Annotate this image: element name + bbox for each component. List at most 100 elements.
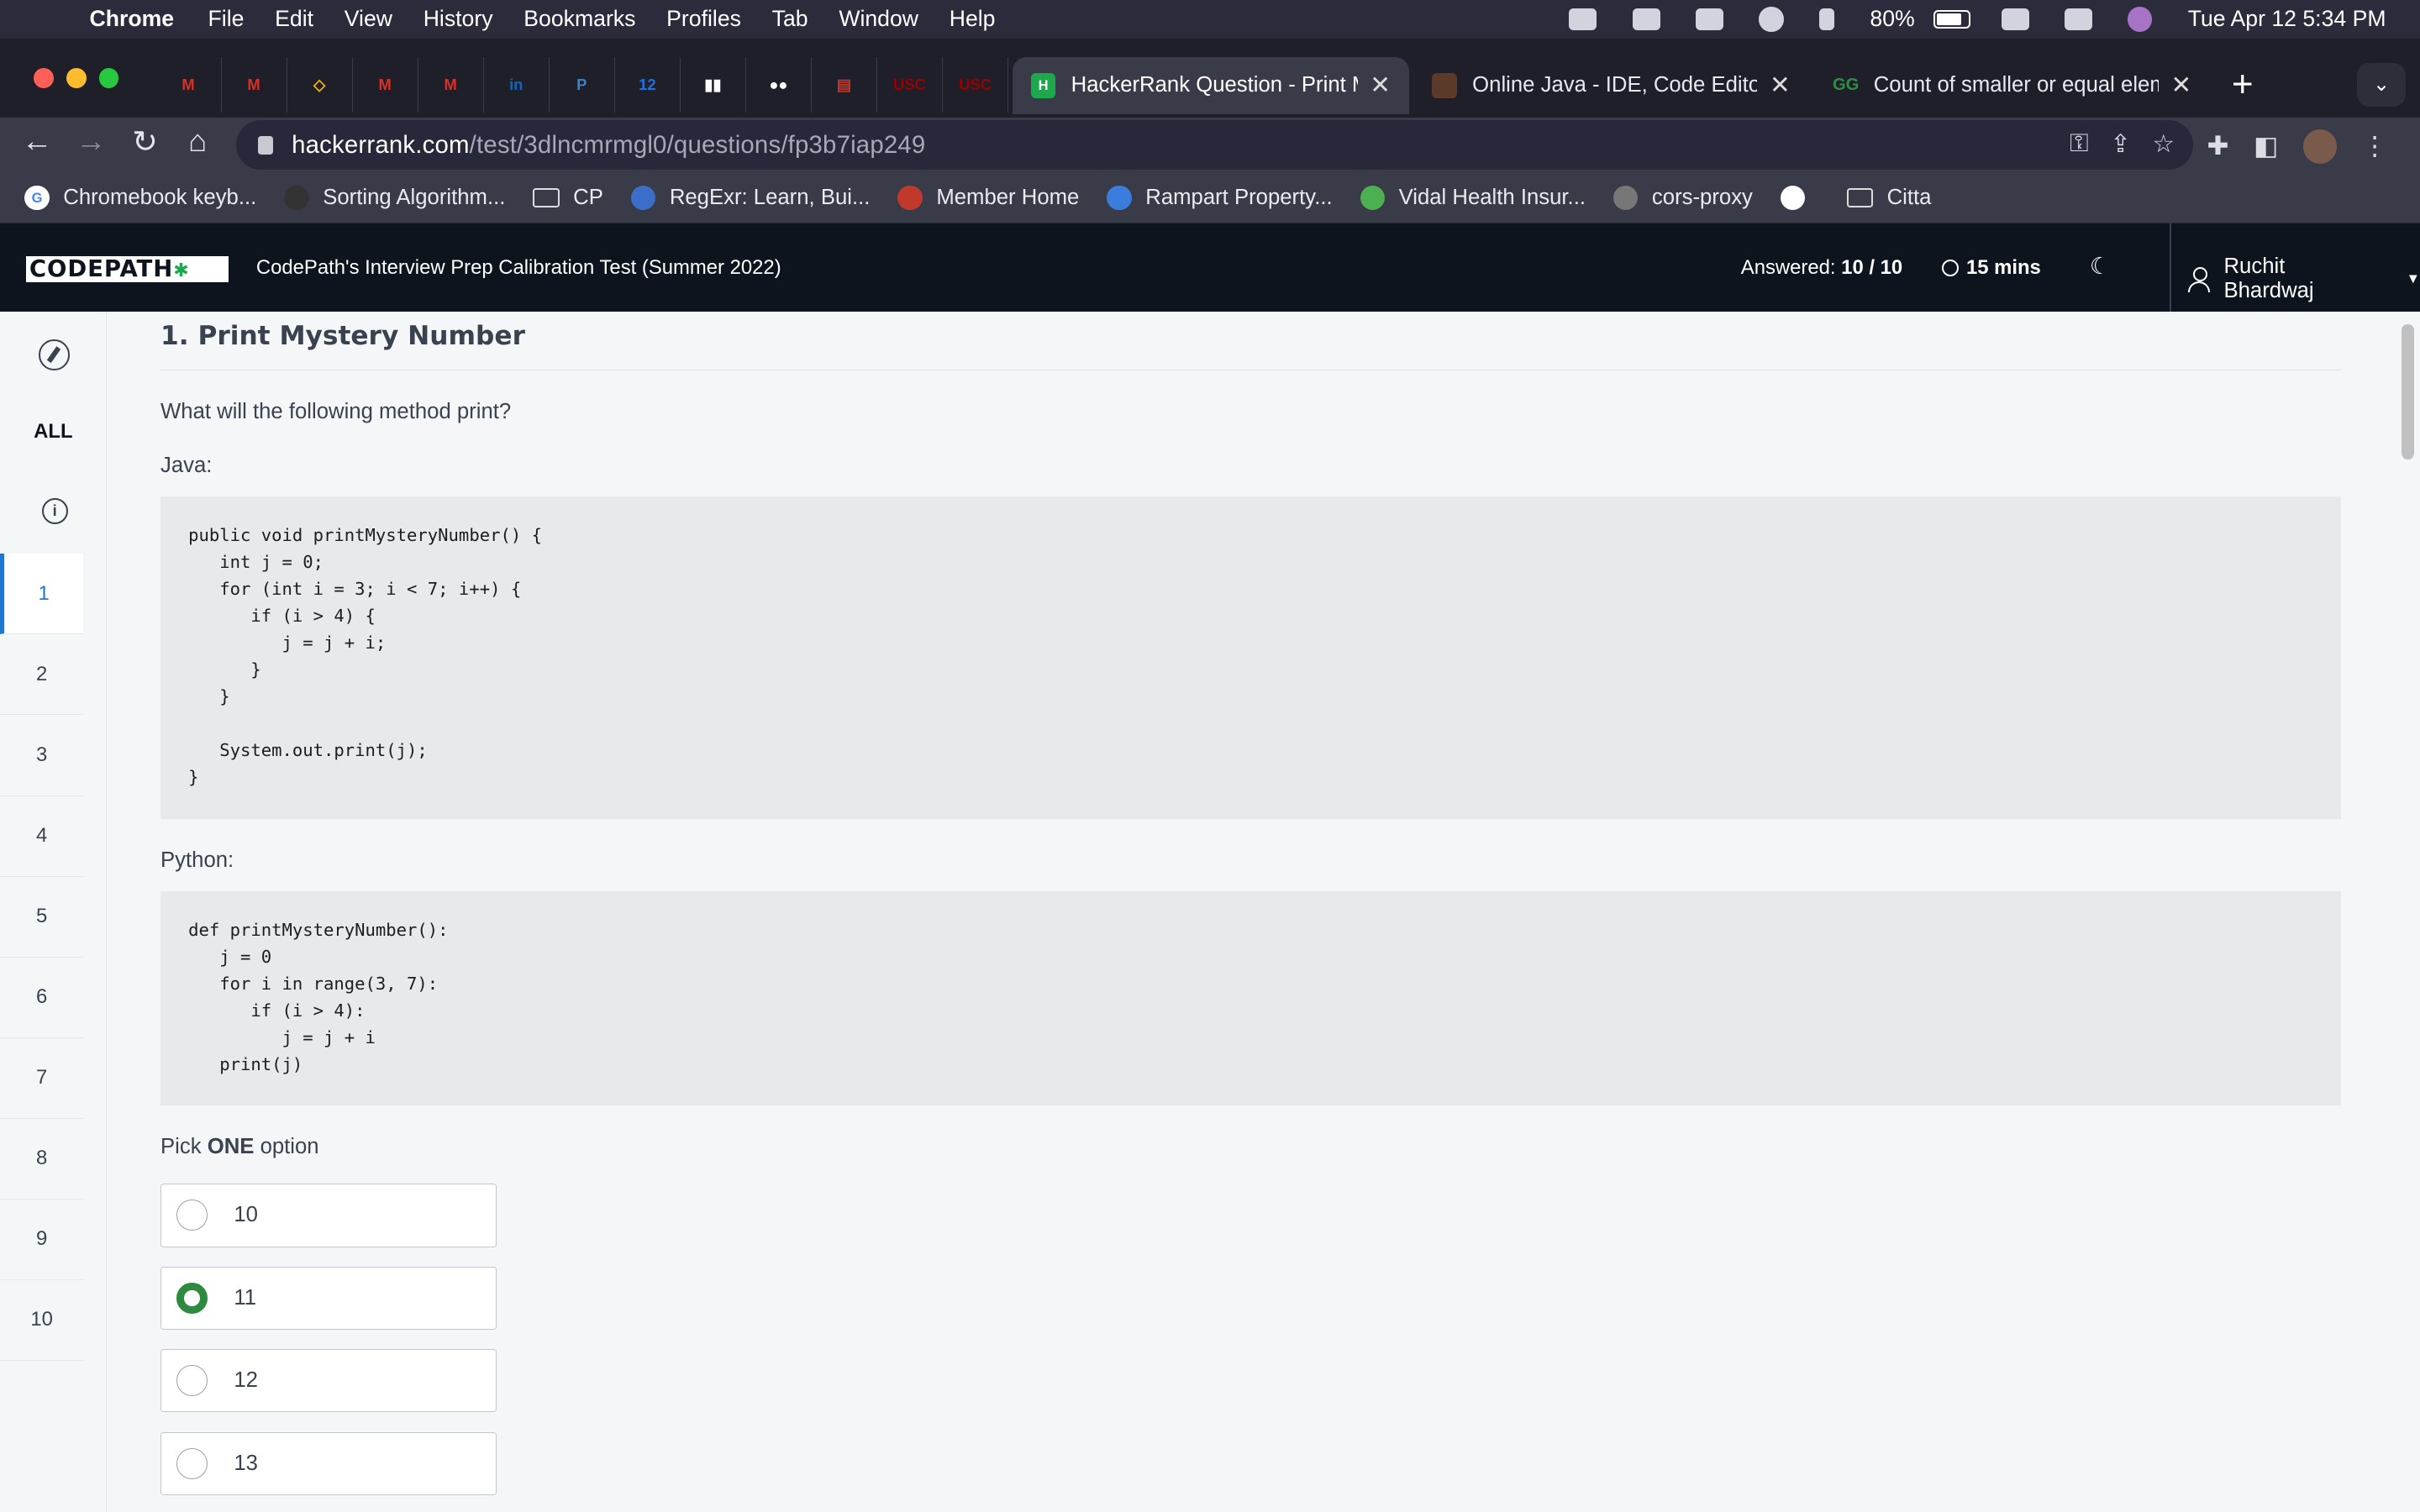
bookmark-star-icon[interactable]: ☆ (2153, 129, 2175, 159)
address-bar[interactable]: hackerrank.com/test/3dlncmrmgl0/question… (236, 120, 2193, 171)
menu-edit[interactable]: Edit (275, 6, 313, 32)
pinned-tab[interactable]: USC (877, 56, 944, 113)
zoom-window-button[interactable] (98, 67, 119, 88)
back-arrow-icon[interactable]: ← (15, 123, 58, 159)
radio-button[interactable] (176, 1200, 208, 1231)
radio-button[interactable] (176, 1282, 208, 1314)
more-menu-icon[interactable]: ⋮ (2362, 131, 2388, 161)
question-nav-item[interactable]: 6 (0, 958, 84, 1038)
incognito-icon[interactable] (1759, 7, 1784, 32)
control-center-icon[interactable] (2064, 8, 2092, 30)
close-icon[interactable]: ✕ (2170, 71, 2191, 100)
answer-option[interactable]: 11 (160, 1266, 497, 1330)
bookmark-item[interactable]: CP (533, 186, 603, 210)
radio-button[interactable] (176, 1365, 208, 1397)
new-tab-plus-icon[interactable]: + (2232, 66, 2254, 103)
pinned-tab[interactable]: M (222, 56, 287, 113)
pinned-tab[interactable]: M (418, 56, 484, 113)
extensions-puzzle-icon[interactable]: ✚ (2207, 131, 2228, 161)
question-prompt: What will the following method print? (160, 399, 512, 423)
menu-view[interactable]: View (345, 6, 392, 32)
menu-profiles[interactable]: Profiles (666, 6, 741, 32)
all-questions-link[interactable]: ALL (0, 420, 107, 444)
menu-bookmarks[interactable]: Bookmarks (523, 6, 635, 32)
menu-help[interactable]: Help (950, 6, 996, 32)
question-nav-item[interactable]: 2 (0, 634, 84, 716)
pinned-tab[interactable]: ●● (746, 56, 812, 113)
answer-option[interactable]: 13 (160, 1431, 497, 1495)
elephant-icon[interactable] (1632, 8, 1660, 30)
bookmark-item[interactable]: Vidal Health Insur... (1360, 185, 1586, 211)
pinned-tab[interactable]: ◇ (287, 56, 353, 113)
side-panel-icon[interactable]: ◧ (2254, 131, 2279, 161)
scrollbar-thumb[interactable] (2401, 323, 2414, 460)
question-nav-item[interactable]: 4 (0, 796, 84, 877)
pinned-tab[interactable]: 12 (615, 56, 681, 113)
question-nav-item[interactable]: 5 (0, 877, 84, 958)
menu-file[interactable]: File (208, 6, 245, 32)
lock-icon[interactable] (257, 135, 274, 155)
pinned-tab[interactable]: in (484, 56, 550, 113)
menu-history[interactable]: History (424, 6, 493, 32)
bookmark-label: CP (573, 186, 603, 209)
bookmark-item[interactable]: RegExr: Learn, Bui... (630, 185, 871, 211)
profile-avatar[interactable] (2302, 129, 2338, 164)
site-favicon-icon (1107, 185, 1132, 211)
question-nav-item[interactable]: 3 (0, 715, 84, 796)
answer-option[interactable]: 12 (160, 1349, 497, 1413)
close-icon[interactable]: ✕ (1370, 71, 1391, 100)
reload-icon[interactable]: ↻ (124, 123, 166, 160)
bookmark-item[interactable]: Citta (1846, 186, 1931, 210)
question-nav-item[interactable]: 10 (0, 1280, 84, 1361)
menu-clock[interactable]: Tue Apr 12 5:34 PM (2188, 6, 2386, 32)
tab-hackerrank[interactable]: H HackerRank Question - Print M ✕ (1012, 56, 1409, 114)
pinned-tab[interactable]: M (156, 56, 222, 113)
codepath-logo[interactable]: CODEPATH✱ (26, 255, 229, 283)
pinned-tab[interactable]: M (353, 56, 418, 113)
bookmark-item[interactable] (1780, 185, 1819, 211)
wifi-icon[interactable] (2001, 8, 2029, 30)
close-icon[interactable]: ✕ (1770, 71, 1791, 100)
question-nav-item[interactable]: 7 (0, 1038, 84, 1119)
battery-icon[interactable] (1933, 9, 1970, 29)
status-app-icon[interactable] (1569, 8, 1597, 30)
bookmark-item[interactable]: Member Home (897, 185, 1079, 211)
tab-geeksforgeeks[interactable]: GG Count of smaller or equal elem ✕ (1815, 57, 2210, 114)
radio-button[interactable] (176, 1447, 208, 1479)
bookmark-item[interactable]: Sorting Algorithm... (284, 185, 505, 211)
bluetooth-icon[interactable] (1818, 8, 1835, 30)
screen-recorder-icon[interactable] (1695, 8, 1723, 30)
page-scrollbar[interactable] (2393, 312, 2420, 1512)
user-menu[interactable]: Ruchit Bhardwaj ▼ (2188, 255, 2420, 303)
compass-icon[interactable] (38, 339, 70, 370)
question-nav-item[interactable]: 1 (0, 554, 84, 635)
forward-arrow-icon[interactable]: → (70, 123, 113, 159)
bookmark-item[interactable]: Rampart Property... (1107, 185, 1333, 211)
pinned-tab[interactable]: USC (943, 56, 1009, 113)
pinned-tab[interactable]: ▮▮ (681, 56, 746, 113)
question-nav-item[interactable]: 9 (0, 1200, 84, 1280)
key-icon[interactable]: ⚿ (2070, 129, 2088, 159)
share-icon[interactable]: ⇪ (2110, 129, 2131, 159)
answer-option[interactable]: 10 (160, 1184, 497, 1247)
test-header: CODEPATH✱ CodePath's Interview Prep Cali… (0, 223, 2420, 312)
home-icon[interactable]: ⌂ (176, 123, 218, 159)
menu-window[interactable]: Window (839, 6, 918, 32)
pinned-tab[interactable]: P (550, 56, 615, 113)
info-icon[interactable]: i (41, 498, 68, 525)
menu-tab[interactable]: Tab (772, 6, 808, 32)
menu-app-name[interactable]: Chrome (90, 6, 175, 32)
siri-icon[interactable] (2128, 7, 2153, 32)
bookmark-item[interactable]: G Chromebook keyb... (24, 185, 256, 211)
bookmark-label: RegExr: Learn, Bui... (669, 186, 871, 209)
bookmark-label: cors-proxy (1651, 186, 1753, 209)
dark-mode-moon-icon[interactable]: ☾ (2090, 253, 2111, 280)
minimize-window-button[interactable] (66, 67, 87, 88)
question-nav-item[interactable]: 8 (0, 1119, 84, 1200)
bookmark-item[interactable]: cors-proxy (1613, 185, 1753, 211)
tab-online-java[interactable]: Online Java - IDE, Code Editor, ✕ (1413, 57, 1808, 114)
close-window-button[interactable] (34, 67, 55, 88)
tab-search-chevron-icon[interactable]: ⌄ (2356, 63, 2407, 107)
pinned-tab[interactable]: ▤ (812, 56, 878, 113)
url-text[interactable]: hackerrank.com/test/3dlncmrmgl0/question… (292, 131, 925, 160)
